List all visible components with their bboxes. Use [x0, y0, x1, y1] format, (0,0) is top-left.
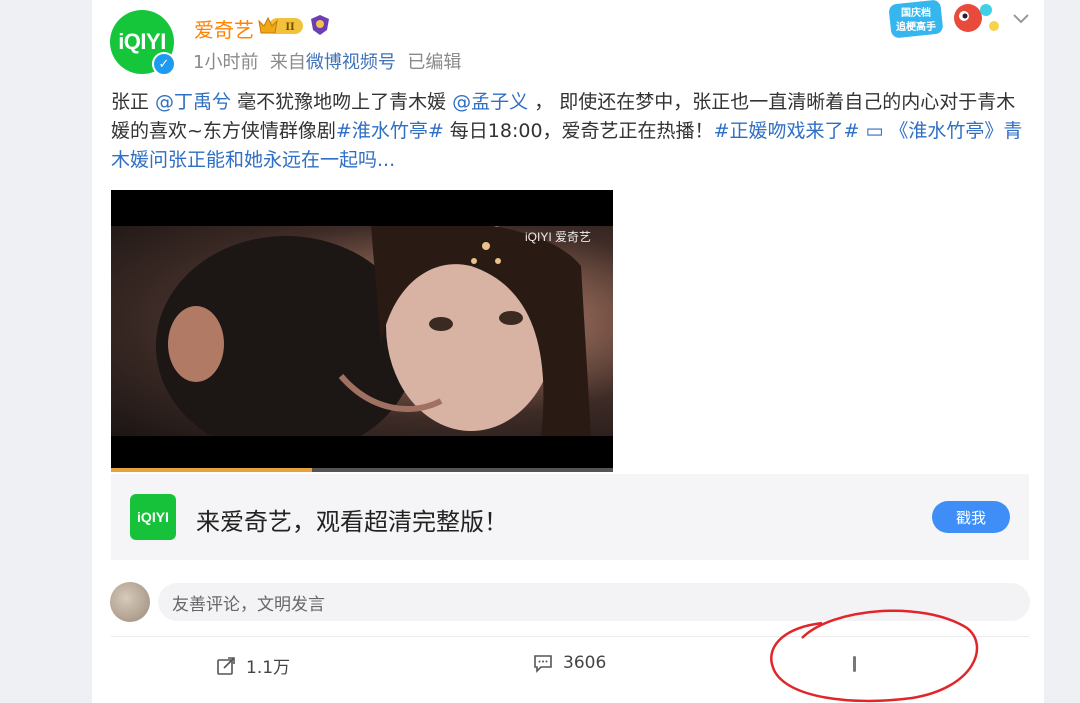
- shield-badge-icon[interactable]: [310, 14, 330, 36]
- comment-count: 3606: [563, 653, 607, 673]
- share-icon: [217, 656, 235, 675]
- video-progress-fill: [111, 468, 312, 472]
- comment-action[interactable]: 3606: [533, 653, 606, 673]
- video-scene-illustration: [156, 220, 591, 456]
- red-circle-annotation: [770, 609, 979, 703]
- video-letterbox-bottom: [111, 436, 613, 472]
- post-text-segment: 每日18:00，爱奇艺正在热播！: [443, 120, 714, 142]
- post-text-link[interactable]: #淮水竹亭#: [336, 120, 444, 142]
- video-progress-bar[interactable]: [111, 468, 613, 472]
- comment-icon: [534, 655, 552, 673]
- video-watermark: iQIYI 爱奇艺: [524, 230, 591, 244]
- source-prefix: 来自: [269, 52, 306, 73]
- source-link[interactable]: 微博视频号: [306, 52, 396, 73]
- edited-label[interactable]: 已编辑: [407, 52, 461, 73]
- post-text-link[interactable]: @孟子义: [452, 91, 528, 113]
- post-text-segment: 张正: [111, 91, 156, 113]
- post-text-link[interactable]: @丁禹兮: [155, 91, 231, 113]
- commenter-avatar: [110, 582, 150, 622]
- promo-sticker[interactable]: 国庆档 追梗高手: [886, 0, 1006, 42]
- post-text-link[interactable]: #正媛吻戏来了#: [714, 120, 860, 142]
- post-time: 1小时前: [193, 52, 259, 73]
- vip-crown-badge-icon[interactable]: II: [257, 15, 305, 37]
- video-letterbox-top: [111, 190, 613, 226]
- video-frame: [111, 220, 613, 456]
- promo-line1: 国庆档: [901, 6, 931, 19]
- verified-icon: ✓: [152, 52, 176, 76]
- ad-logo: iQIYI: [130, 494, 176, 540]
- ad-text: 来爱奇艺，观看超清完整版！: [196, 508, 508, 536]
- share-count: 1.1万: [246, 658, 291, 678]
- ad-button[interactable]: 戳我: [932, 501, 1010, 533]
- chevron-down-icon[interactable]: [1012, 12, 1030, 26]
- share-action[interactable]: 1.1万: [216, 653, 290, 678]
- post-text: 张正 @丁禹兮 毫不犹豫地吻上了青木媛 @孟子义 ， 即使还在梦中，张正也一直清…: [111, 88, 1031, 175]
- video-player[interactable]: iQIYI 爱奇艺: [111, 190, 613, 472]
- post-meta: 1小时前 来自微博视频号 已编辑: [193, 48, 461, 74]
- author-name[interactable]: 爱奇艺: [194, 14, 254, 43]
- badge-level: II: [285, 22, 295, 33]
- post-text-segment: 毫不犹豫地吻上了青木媛: [231, 91, 453, 113]
- promo-line2: 追梗高手: [896, 20, 936, 33]
- avatar-logo-text: iQIYI: [118, 29, 166, 54]
